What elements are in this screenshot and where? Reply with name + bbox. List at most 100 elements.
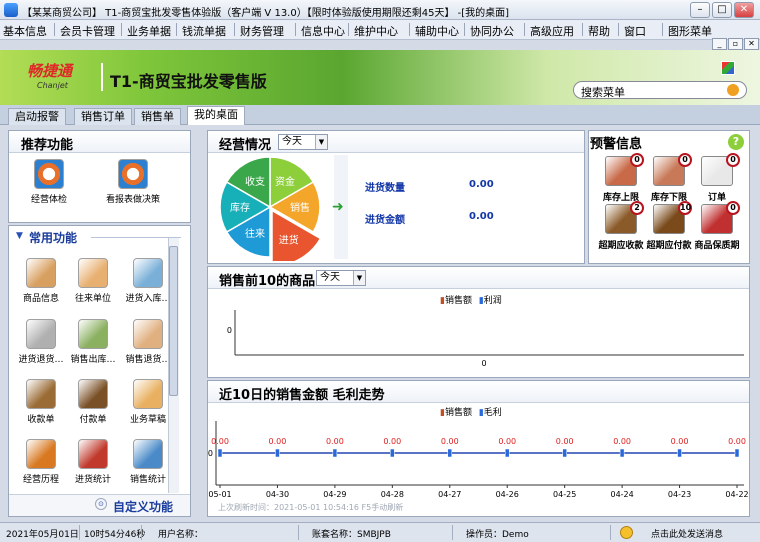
common-item-9[interactable]: 经营历程 (13, 439, 69, 485)
close-button[interactable]: ✕ (734, 2, 754, 18)
alert-item-2[interactable]: 0 订单 (694, 153, 740, 203)
alert-item-1[interactable]: 0 库存下限 (646, 153, 692, 203)
alert-count-badge: 0 (678, 153, 692, 167)
top10-header: 销售前10的商品 今天 ▼ (208, 267, 749, 289)
alert-item-5[interactable]: 0 商品保质期 (694, 201, 740, 251)
tab-2[interactable]: 销售单 (134, 108, 181, 125)
alert-count-badge: 2 (630, 201, 644, 215)
scrollbar-thumb[interactable] (169, 246, 178, 396)
business-panel: 经营情况 今天 ▼ 资金 销售 进货 往来 库存 收支 ➜ 进货数量 0.00 进货金额 … (207, 130, 585, 264)
common-item-4[interactable]: 销售出库… (65, 319, 121, 365)
common-item-7[interactable]: 付款单 (65, 379, 121, 425)
company-logo: 畅捷通 (27, 62, 73, 80)
alert-panel: 预警信息 ? 0 库存上限 0 库存下限 0 订单 2 超期应收款 10 超期应付款 0 商品保质期 (588, 130, 750, 264)
maximize-button[interactable]: □ (712, 2, 732, 18)
recommend-header: 推荐功能 (9, 131, 190, 153)
common-item-3[interactable]: 进货退货… (13, 319, 69, 365)
document-tabs: 启动报警 销售订单 销售单 我的桌面 (0, 105, 760, 125)
top10-x-tick: 0 (481, 359, 486, 368)
send-message-link[interactable]: 点击此处发送消息 (651, 527, 723, 540)
status-sep (298, 525, 299, 540)
alert-label: 超期应付款 (646, 241, 692, 251)
wheel-group: 资金销售进货 往来 库存 收支 (219, 156, 322, 261)
alert-item-0[interactable]: 0 库存上限 (598, 153, 644, 203)
report-decision-button[interactable]: 看报表做决策 (96, 159, 170, 205)
menu-separator (662, 23, 663, 36)
goods-icon (26, 258, 56, 288)
business-title: 经营情况 (219, 138, 272, 153)
report-decision-label: 看报表做决策 (105, 195, 160, 205)
minimize-button[interactable]: – (690, 2, 710, 18)
window-title: 【某某商贸公司】 T1-商贸宝批发零售体验版（客户端 V 13.0）【限时体验版… (22, 8, 510, 19)
tab-1[interactable]: 销售订单 (74, 108, 132, 125)
tab-0[interactable]: 启动报警 (8, 108, 66, 125)
draft-icon (133, 379, 163, 409)
status-date: 2021年05月01日 (6, 530, 79, 540)
menu-item[interactable]: 维护中心 (354, 23, 398, 39)
sales-return-icon (133, 319, 163, 349)
status-user: 用户名称： (158, 530, 204, 540)
common-title: 常用功能 (29, 231, 78, 245)
help-icon[interactable]: ? (728, 134, 744, 150)
menu-bar: 基本信息 会员卡管理 业务单据 钱流单据 财务管理 信息中心 维护中心 辅助中心 协同办公 高级应… (0, 20, 760, 40)
menu-item[interactable]: 辅助中心 (415, 23, 459, 39)
menu-item[interactable]: 高级应用 (530, 23, 574, 39)
expand-icon[interactable]: ⊙ (95, 498, 107, 510)
wheel-label: 收支 (245, 175, 265, 188)
menu-separator (121, 23, 122, 36)
common-item-6[interactable]: 收款单 (13, 379, 69, 425)
collapse-icon[interactable]: ▼ (16, 231, 23, 241)
menu-item[interactable]: 业务单据 (127, 23, 171, 39)
business-period-select[interactable]: 今天 ▼ (278, 134, 328, 150)
sales-out-icon (78, 319, 108, 349)
top10-period-value: 今天 (320, 272, 340, 283)
logo-divider (101, 63, 103, 91)
menu-separator (54, 23, 55, 36)
common-item-1[interactable]: 往来单位 (65, 258, 121, 304)
mdi-close-button[interactable]: ✕ (744, 38, 759, 50)
menu-separator (348, 23, 349, 36)
alert-item-4[interactable]: 10 超期应付款 (646, 201, 692, 251)
top10-y-tick: 0 (227, 326, 232, 335)
menu-item[interactable]: 窗口 (624, 23, 646, 39)
menu-item[interactable]: 图形菜单 (668, 23, 712, 39)
alert-count-badge: 0 (726, 201, 740, 215)
common-item-label: 往来单位 (74, 294, 111, 304)
wheel-label: 库存 (230, 201, 250, 214)
title-bar: 【某某商贸公司】 T1-商贸宝批发零售体验版（客户端 V 13.0）【限时体验版… (0, 0, 760, 20)
alert-item-3[interactable]: 2 超期应收款 (598, 201, 644, 251)
common-item-label: 经营历程 (22, 475, 59, 485)
common-item-0[interactable]: 商品信息 (13, 258, 69, 304)
menu-item[interactable]: 信息中心 (301, 23, 345, 39)
chevron-down-icon: ▼ (315, 135, 327, 149)
menu-separator (524, 23, 525, 36)
menu-item[interactable]: 帮助 (588, 23, 610, 39)
search-icon[interactable] (727, 84, 739, 96)
menu-separator (409, 23, 410, 36)
common-item-label: 销售出库… (70, 355, 116, 365)
menu-item[interactable]: 钱流单据 (182, 23, 226, 39)
mdi-minimize-button[interactable]: _ (712, 38, 727, 50)
top10-period-select[interactable]: 今天 ▼ (316, 270, 366, 286)
menu-item[interactable]: 财务管理 (240, 23, 284, 39)
menu-item[interactable]: 基本信息 (3, 23, 47, 39)
menu-search-input[interactable]: 搜索菜单 (573, 81, 747, 99)
custom-function-button[interactable]: 自定义功能 (113, 498, 173, 515)
health-check-button[interactable]: 经营体检 (21, 159, 77, 205)
trend-panel: 近10日的销售金额 毛利走势 ▮销售额 ▮毛利 上次刷新时间：2021-05-0… (207, 380, 750, 517)
health-check-icon (34, 159, 64, 189)
tab-3[interactable]: 我的桌面 (187, 106, 245, 125)
smiley-icon (620, 526, 633, 539)
menu-item[interactable]: 协同办公 (470, 23, 514, 39)
alert-label: 超期应收款 (598, 241, 644, 251)
common-item-label: 商品信息 (22, 294, 59, 304)
menu-item[interactable]: 会员卡管理 (60, 23, 115, 39)
wheel-label: 往来 (245, 227, 265, 240)
mdi-restore-button[interactable]: ▫ (728, 38, 743, 50)
business-wheel: 资金销售进货 往来 库存 收支 (219, 156, 322, 261)
brand-banner: 畅捷通 Chanjet T1-商贸宝批发零售版 搜索菜单 (0, 50, 760, 105)
report-decision-icon (118, 159, 148, 189)
common-item-label: 进货退货… (18, 355, 64, 365)
status-bar: 2021年05月01日 10时54分46秒 用户名称： 账套名称：SMBJPB … (0, 522, 760, 542)
common-item-10[interactable]: 进货统计 (65, 439, 121, 485)
